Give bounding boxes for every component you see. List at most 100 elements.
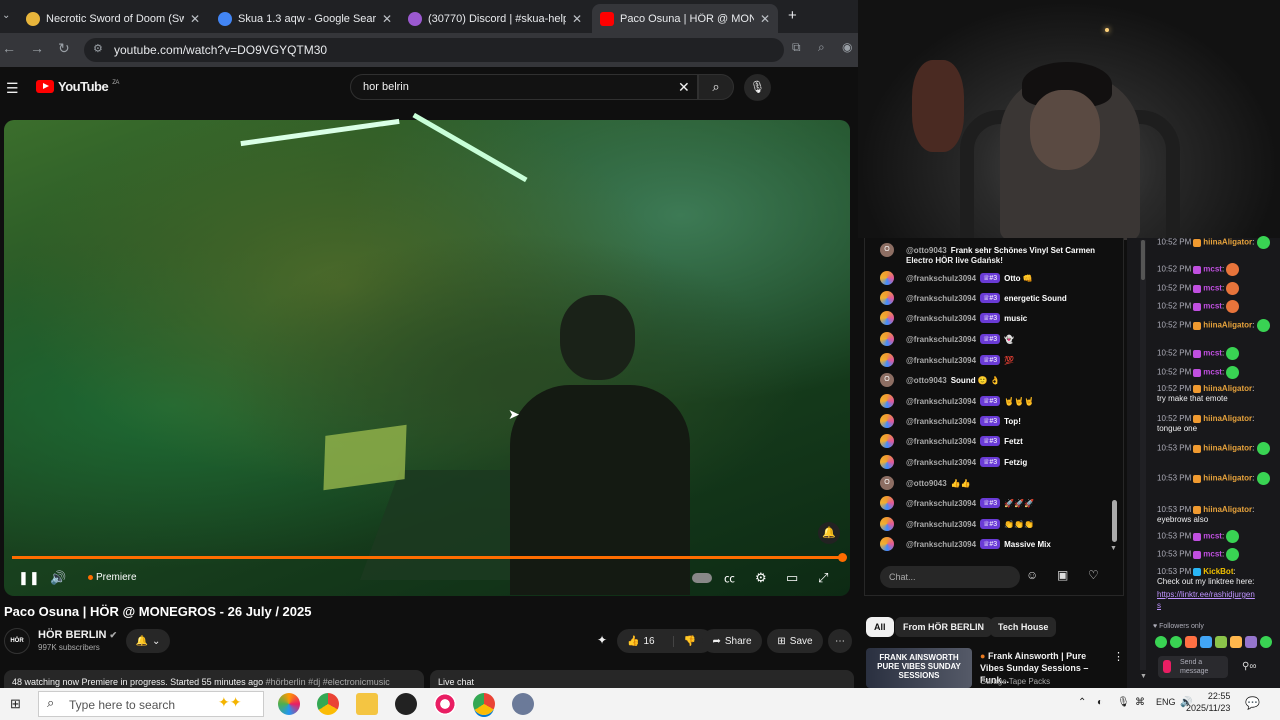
linktree-link[interactable]: https://linktr.ee/rashidjurgen s [1157,589,1277,611]
chat-avatar[interactable] [880,455,894,469]
chat-author[interactable]: @frankschulz3094 [906,458,976,467]
search-input[interactable]: hor belrin [350,74,698,100]
twitch-scrollbar-thumb[interactable] [1141,240,1145,280]
clear-search-icon[interactable]: ✕ [678,79,690,96]
chat-input[interactable]: Chat... [880,566,1020,588]
zoom-icon[interactable]: ⌕ [818,40,825,55]
reload-icon[interactable]: ↻ [58,40,70,57]
chat-username[interactable]: hiinaAligator [1203,474,1252,483]
description-box[interactable]: 48 watching now Premiere in progress. St… [4,670,424,690]
chat-author[interactable]: @frankschulz3094 [906,437,976,446]
app-icon[interactable] [434,693,456,715]
browser-tab-youtube[interactable]: Paco Osuna | HÖR @ MON ✕ [592,4,778,33]
super-chat-icon[interactable]: ▣ [1057,568,1068,582]
chat-avatar[interactable] [880,291,894,305]
chat-username[interactable]: mcst [1203,368,1222,377]
notifications-icon[interactable]: 💬 [1245,696,1260,710]
emote-icon[interactable] [1215,636,1227,648]
subscribed-bell-button[interactable]: 🔔 ⌄ [126,629,170,653]
miniplayer-icon[interactable]: ▭ [786,570,798,586]
chat-author[interactable]: @frankschulz3094 [906,274,976,283]
more-vert-icon[interactable]: ⋮ [1113,650,1124,663]
chip-tech-house[interactable]: Tech House [990,617,1057,637]
obs-icon[interactable] [395,693,417,715]
chat-username[interactable]: KickBot [1203,567,1233,576]
search-button[interactable]: ⌕ [698,74,734,100]
search-highlight-icon[interactable]: ✦✦ [218,694,241,711]
fullscreen-icon[interactable]: ⤢ [818,570,828,586]
app-icon[interactable] [512,693,534,715]
chat-username[interactable]: hiinaAligator [1203,321,1252,330]
back-icon[interactable]: ← [2,40,16,56]
browser-tab-discord[interactable]: (30770) Discord | #skua-help | I ✕ [400,4,590,33]
recommended-thumbnail[interactable]: FRANK AINSWORTH PURE VIBES SUNDAY SESSIO… [866,648,972,688]
scroll-down-icon[interactable]: ▼ [1110,545,1117,552]
close-icon[interactable]: ✕ [382,12,392,26]
heart-icon[interactable]: ♡ [1088,568,1099,582]
chat-author[interactable]: @frankschulz3094 [906,540,976,549]
chat-username[interactable]: hiinaAligator [1203,238,1252,247]
chat-author[interactable]: @otto9043 [906,479,947,488]
windows-start-icon[interactable]: ⊞ [10,696,21,712]
eye-off-icon[interactable]: ◉ [842,40,852,54]
new-tab-button[interactable]: + [788,7,797,24]
show-hidden-icons[interactable]: ⌃ [1078,697,1086,708]
chat-username[interactable]: mcst [1203,302,1222,311]
emote-icon[interactable] [1230,636,1242,648]
chat-avatar[interactable]: O [880,243,894,257]
chat-author[interactable]: @frankschulz3094 [906,335,976,344]
emote-icon[interactable] [1155,636,1167,648]
chat-username[interactable]: hiinaAligator [1203,505,1252,514]
cast-icon[interactable]: ⧉ [792,40,801,55]
chat-avatar[interactable] [880,332,894,346]
site-info-icon[interactable]: ⚙ [93,42,103,55]
emote-icon[interactable] [1170,636,1182,648]
chat-author[interactable]: @frankschulz3094 [906,417,976,426]
viewer-settings-icon[interactable]: ⚲∞ [1242,661,1256,672]
chip-from-channel[interactable]: From HÖR BERLIN [895,617,992,637]
chat-author[interactable]: @frankschulz3094 [906,520,976,529]
chat-avatar[interactable] [880,271,894,285]
chat-author[interactable]: @otto9043 [906,376,947,385]
chat-avatar[interactable] [880,311,894,325]
system-clock[interactable]: 22:55 2025/11/23 [1186,690,1230,714]
chat-username[interactable]: mcst [1203,532,1222,541]
gift-icon[interactable]: ✦ [597,633,607,647]
chat-avatar[interactable] [880,517,894,531]
more-actions-button[interactable]: ⋯ [828,629,852,653]
chat-author[interactable]: @frankschulz3094 [906,397,976,406]
menu-icon[interactable]: ☰ [6,80,19,97]
chat-scrollbar[interactable] [1112,500,1117,542]
chat-avatar[interactable]: O [880,373,894,387]
voice-search-button[interactable]: 🎙 [744,74,771,101]
chat-avatar[interactable] [880,353,894,367]
tab-search-icon[interactable]: ⌄ [2,10,10,21]
pause-icon[interactable]: ❚❚ [18,570,40,586]
language-indicator[interactable]: ENG [1156,697,1176,707]
twitch-scrollbar[interactable] [1140,240,1146,670]
chat-avatar[interactable] [880,414,894,428]
channel-avatar[interactable]: HÖR [4,628,30,654]
chat-author[interactable]: @frankschulz3094 [906,499,976,508]
network-icon[interactable]: ⌘ [1135,697,1145,708]
close-icon[interactable]: ✕ [760,12,770,26]
chat-username[interactable]: mcst [1203,550,1222,559]
hashtags[interactable]: #hörberlin #dj #electronicmusic [266,677,390,687]
youtube-logo[interactable]: YouTube ZA [36,79,119,94]
chat-username[interactable]: hiinaAligator [1203,414,1252,423]
chat-avatar[interactable]: O [880,476,894,490]
chat-avatar[interactable] [880,434,894,448]
thumbs-down-icon[interactable]: 👎 [672,635,696,647]
bell-overlay-icon[interactable]: 🔔 [818,522,840,544]
app-tray-icon[interactable]: ◐ [1097,697,1103,708]
like-button[interactable]: 👍 16 👎 [617,629,713,653]
forward-icon[interactable]: → [30,40,44,56]
address-bar[interactable]: youtube.com/watch?v=DO9VGYQTM30 [84,38,784,62]
chat-author[interactable]: @frankschulz3094 [906,356,976,365]
chat-username[interactable]: mcst [1203,284,1222,293]
chat-author[interactable]: @frankschulz3094 [906,314,976,323]
twitch-scroll-down-icon[interactable]: ▼ [1140,673,1147,680]
autoplay-toggle[interactable] [692,573,712,583]
chat-username[interactable]: mcst [1203,349,1222,358]
progress-bar[interactable] [12,556,844,559]
